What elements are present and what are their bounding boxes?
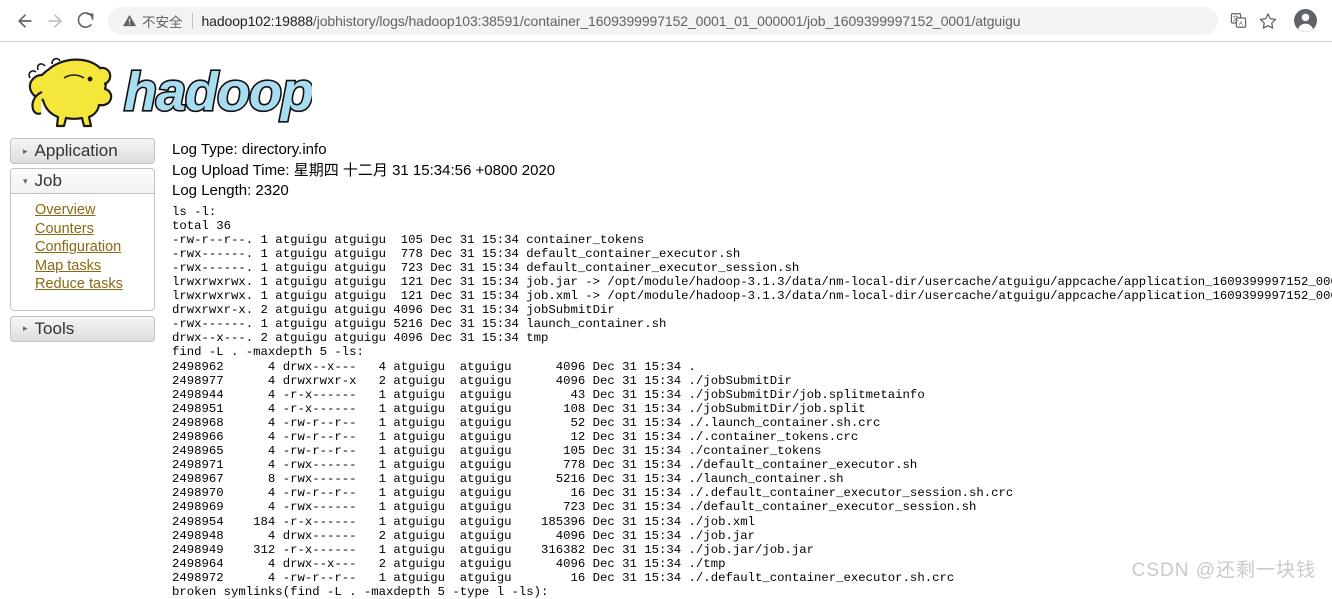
logo-wordmark: hadoop bbox=[124, 62, 312, 122]
sidebar-item-application[interactable]: ▸ Application bbox=[10, 138, 155, 164]
warning-triangle-icon bbox=[122, 13, 137, 28]
chevron-right-icon: ▸ bbox=[23, 147, 28, 156]
sidebar-item-tools[interactable]: ▸ Tools bbox=[10, 316, 155, 342]
security-label: 不安全 bbox=[142, 11, 183, 31]
reload-button[interactable] bbox=[70, 6, 100, 36]
back-button[interactable] bbox=[10, 6, 40, 36]
chevron-down-icon: ▾ bbox=[23, 177, 28, 186]
sidebar-item-label: Application bbox=[35, 141, 118, 161]
watermark: CSDN @还剩一块钱 bbox=[1132, 555, 1316, 582]
translate-icon[interactable]: 文 A bbox=[1224, 7, 1252, 35]
sidebar-job-links: Overview Counters Configuration Map task… bbox=[10, 194, 155, 311]
url-host: hadoop102:19888 bbox=[202, 13, 313, 29]
bookmark-star-icon[interactable] bbox=[1254, 7, 1282, 35]
toolbar-icon-group: 文 A bbox=[1224, 4, 1322, 38]
svg-text:A: A bbox=[1238, 22, 1242, 28]
browser-toolbar: 不安全 hadoop102:19888/jobhistory/logs/hado… bbox=[0, 0, 1332, 42]
log-body: ls -l: total 36 -rw-r--r--. 1 atguigu at… bbox=[172, 205, 1332, 599]
url-text: hadoop102:19888/jobhistory/logs/hadoop10… bbox=[202, 13, 1205, 29]
sidebar-item-job[interactable]: ▾ Job bbox=[10, 168, 155, 194]
page-content: hadoop ▸ Application ▾ Job Overview Coun… bbox=[0, 42, 1332, 592]
chevron-right-icon: ▸ bbox=[23, 324, 28, 333]
omnibox-divider bbox=[192, 13, 193, 29]
profile-avatar[interactable] bbox=[1288, 4, 1322, 38]
log-upload-time-line: Log Upload Time: 星期四 十二月 31 15:34:56 +08… bbox=[172, 161, 1332, 182]
hadoop-logo: hadoop bbox=[12, 48, 312, 130]
sidebar-link-configuration[interactable]: Configuration bbox=[35, 238, 121, 257]
elephant-graphic bbox=[29, 59, 111, 126]
log-type-line: Log Type: directory.info bbox=[172, 140, 1332, 161]
url-path: /jobhistory/logs/hadoop103:38591/contain… bbox=[313, 13, 1021, 29]
forward-button[interactable] bbox=[40, 6, 70, 36]
log-length-line: Log Length: 2320 bbox=[172, 181, 1332, 202]
sidebar-nav: ▸ Application ▾ Job Overview Counters Co… bbox=[10, 138, 155, 346]
sidebar-item-label: Tools bbox=[35, 319, 75, 339]
security-status[interactable]: 不安全 bbox=[122, 11, 183, 31]
sidebar-link-counters[interactable]: Counters bbox=[35, 220, 94, 239]
log-viewer: Log Type: directory.info Log Upload Time… bbox=[172, 140, 1332, 592]
sidebar-link-overview[interactable]: Overview bbox=[35, 201, 95, 220]
sidebar-link-reduce-tasks[interactable]: Reduce tasks bbox=[35, 275, 123, 294]
sidebar-item-label: Job bbox=[35, 171, 62, 191]
address-bar[interactable]: 不安全 hadoop102:19888/jobhistory/logs/hado… bbox=[108, 7, 1218, 35]
sidebar-link-map-tasks[interactable]: Map tasks bbox=[35, 257, 101, 276]
